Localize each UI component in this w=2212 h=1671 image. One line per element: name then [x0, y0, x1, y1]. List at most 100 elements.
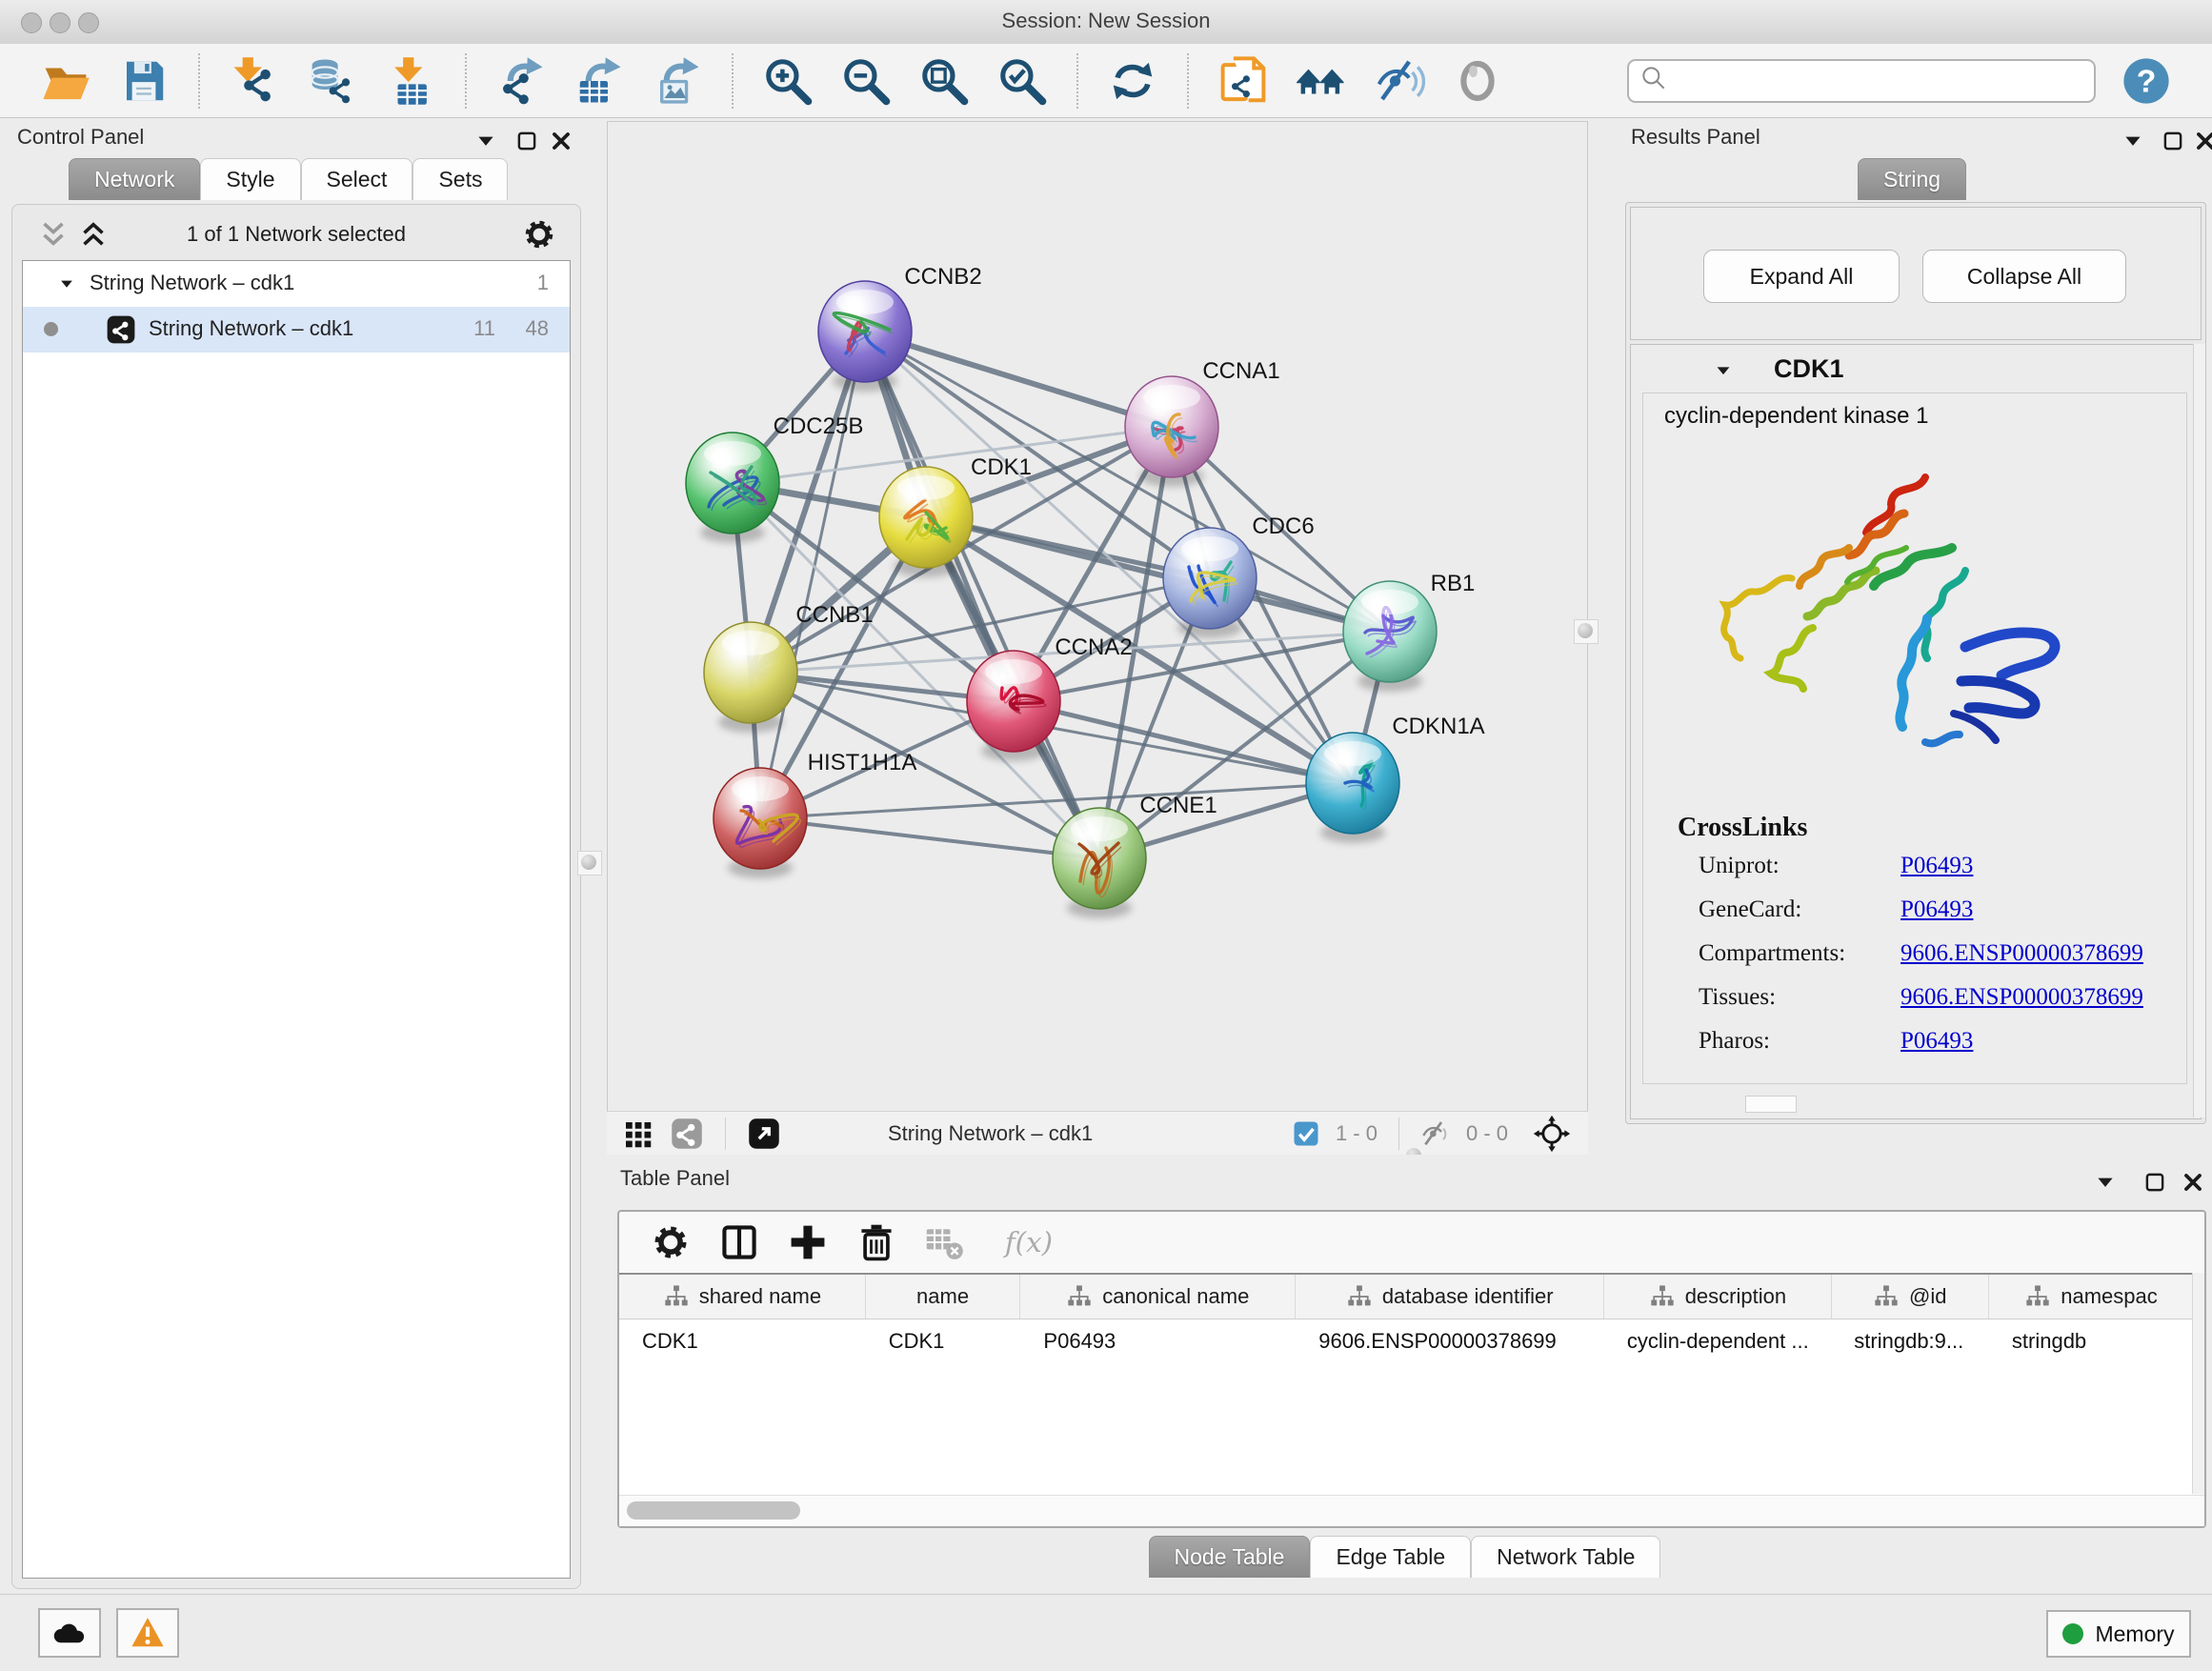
column-header-id[interactable]: @id: [1832, 1275, 1989, 1319]
cell-description[interactable]: cyclin-dependent ...: [1604, 1319, 1831, 1363]
save-session-icon[interactable]: [118, 55, 170, 107]
node-RB1[interactable]: RB1: [1343, 571, 1475, 692]
panel-collapse-icon[interactable]: [2093, 1170, 2118, 1195]
zoom-out-icon[interactable]: [840, 55, 892, 107]
section-collapse-icon[interactable]: [1713, 360, 1734, 381]
grid-view-icon[interactable]: [620, 1117, 654, 1151]
collapse-all-networks-icon[interactable]: [35, 216, 71, 252]
cloud-button[interactable]: [38, 1608, 101, 1658]
genecard-link[interactable]: P06493: [1900, 896, 1973, 922]
show-all-icon[interactable]: [1452, 55, 1503, 107]
panel-close-icon[interactable]: [2193, 129, 2212, 153]
node-CCNA1[interactable]: CCNA1: [1125, 358, 1280, 487]
edge-CCNB2-CCNE1[interactable]: [865, 332, 1099, 858]
column-header-canonical-name[interactable]: canonical name: [1020, 1275, 1296, 1319]
table-hscroll-track[interactable]: [619, 1495, 2204, 1526]
toolbar-separator: [732, 53, 734, 109]
panel-float-icon[interactable]: [2142, 1170, 2167, 1195]
hide-selected-icon[interactable]: [1374, 55, 1425, 107]
create-column-icon[interactable]: [787, 1221, 829, 1263]
export-network-icon[interactable]: [495, 55, 547, 107]
network-row-selected[interactable]: String Network – cdk1 11 48: [23, 307, 570, 352]
tree-expand-icon[interactable]: [57, 274, 76, 293]
compartments-link[interactable]: 9606.ENSP00000378699: [1900, 940, 2143, 966]
export-image-icon[interactable]: [652, 55, 703, 107]
tab-node-table[interactable]: Node Table: [1149, 1536, 1311, 1578]
zoom-selected-icon[interactable]: [996, 55, 1048, 107]
panel-close-icon[interactable]: [2181, 1170, 2205, 1195]
detach-view-icon[interactable]: [747, 1117, 781, 1151]
crosslink-label: Uniprot:: [1699, 853, 1900, 879]
edge-HIST1H1A-CCNE1[interactable]: [760, 818, 1099, 858]
column-settings-gear-icon[interactable]: [650, 1221, 692, 1263]
birds-eye-icon[interactable]: [1533, 1115, 1571, 1153]
hidden-count: 0 - 0: [1466, 1121, 1508, 1146]
right-splitter-handle[interactable]: [1574, 619, 1599, 644]
results-vscroll-track[interactable]: [2193, 344, 2205, 1117]
zoom-in-icon[interactable]: [762, 55, 814, 107]
table-row[interactable]: CDK1 CDK1 P06493 9606.ENSP00000378699 cy…: [619, 1319, 2193, 1363]
results-hscroll-thumb[interactable]: [1745, 1096, 1797, 1113]
import-network-file-icon[interactable]: [229, 55, 280, 107]
first-neighbors-icon[interactable]: [1296, 55, 1347, 107]
cell-shared-name[interactable]: CDK1: [619, 1319, 866, 1363]
tab-edge-table[interactable]: Edge Table: [1310, 1536, 1471, 1578]
panel-close-icon[interactable]: [549, 129, 573, 153]
node-CCNB2[interactable]: CCNB2: [818, 264, 982, 392]
cell-namespace[interactable]: stringdb: [1989, 1319, 2193, 1363]
column-header-database-identifier[interactable]: database identifier: [1296, 1275, 1604, 1319]
import-network-database-icon[interactable]: [307, 55, 358, 107]
column-header-shared-name[interactable]: shared name: [619, 1275, 866, 1319]
expand-all-button[interactable]: Expand All: [1703, 250, 1900, 303]
panel-collapse-icon[interactable]: [473, 129, 498, 153]
cell-name[interactable]: CDK1: [866, 1319, 1021, 1363]
gene-section-header[interactable]: CDK1: [1631, 352, 2201, 387]
edge-CCNB2-CCNA1[interactable]: [865, 332, 1172, 427]
panel-float-icon[interactable]: [2161, 129, 2185, 153]
delete-columns-icon[interactable]: [855, 1221, 897, 1263]
apply-layout-icon[interactable]: [1107, 55, 1158, 107]
results-tabs: String: [1858, 158, 1966, 200]
tab-sets[interactable]: Sets: [412, 158, 508, 200]
show-columns-icon[interactable]: [718, 1221, 760, 1263]
cell-canonical-name[interactable]: P06493: [1020, 1319, 1296, 1363]
cell-id[interactable]: stringdb:9...: [1831, 1319, 1989, 1363]
svg-text:?: ?: [2137, 63, 2157, 99]
tab-string[interactable]: String: [1858, 158, 1966, 200]
column-header-name[interactable]: name: [866, 1275, 1020, 1319]
search-input[interactable]: [1669, 68, 2084, 94]
node-CDC25B[interactable]: CDC25B: [686, 413, 863, 543]
network-canvas[interactable]: CCNB2CCNA1CDC25BCDK1CDC6RB1CCNB1CCNA2CDK…: [607, 121, 1588, 1112]
network-options-gear-icon[interactable]: [521, 216, 557, 252]
table-hscroll-thumb[interactable]: [627, 1501, 800, 1520]
uniprot-link[interactable]: P06493: [1900, 853, 1973, 878]
expand-all-networks-icon[interactable]: [75, 216, 111, 252]
tab-network[interactable]: Network: [69, 158, 200, 200]
help-icon[interactable]: ?: [2121, 55, 2172, 107]
network-share-icon[interactable]: [670, 1117, 704, 1151]
column-header-description[interactable]: description: [1604, 1275, 1831, 1319]
zoom-fit-icon[interactable]: [918, 55, 970, 107]
warnings-button[interactable]: [116, 1608, 179, 1658]
node-CDKN1A[interactable]: CDKN1A: [1306, 714, 1485, 843]
tab-select[interactable]: Select: [301, 158, 413, 200]
pharos-link[interactable]: P06493: [1900, 1028, 1973, 1054]
collapse-all-button[interactable]: Collapse All: [1922, 250, 2126, 303]
cell-database-identifier[interactable]: 9606.ENSP00000378699: [1296, 1319, 1604, 1363]
tab-style[interactable]: Style: [200, 158, 300, 200]
clone-network-icon[interactable]: [1217, 55, 1269, 107]
left-splitter-handle[interactable]: [577, 851, 602, 876]
panel-float-icon[interactable]: [514, 129, 539, 153]
table-vscroll-track[interactable]: [2192, 1273, 2204, 1494]
network-collection-row[interactable]: String Network – cdk1 1: [23, 261, 570, 307]
tissues-link[interactable]: 9606.ENSP00000378699: [1900, 984, 2143, 1010]
panel-collapse-icon[interactable]: [2121, 129, 2145, 153]
selected-checkbox-icon[interactable]: [1292, 1119, 1320, 1148]
export-table-icon[interactable]: [573, 55, 625, 107]
edge-CDK1-RB1[interactable]: [926, 517, 1390, 632]
open-session-icon[interactable]: [40, 55, 91, 107]
column-header-namespace[interactable]: namespac: [1989, 1275, 2193, 1319]
tab-network-table[interactable]: Network Table: [1471, 1536, 1660, 1578]
memory-button[interactable]: Memory: [2046, 1610, 2191, 1658]
import-table-file-icon[interactable]: [385, 55, 436, 107]
